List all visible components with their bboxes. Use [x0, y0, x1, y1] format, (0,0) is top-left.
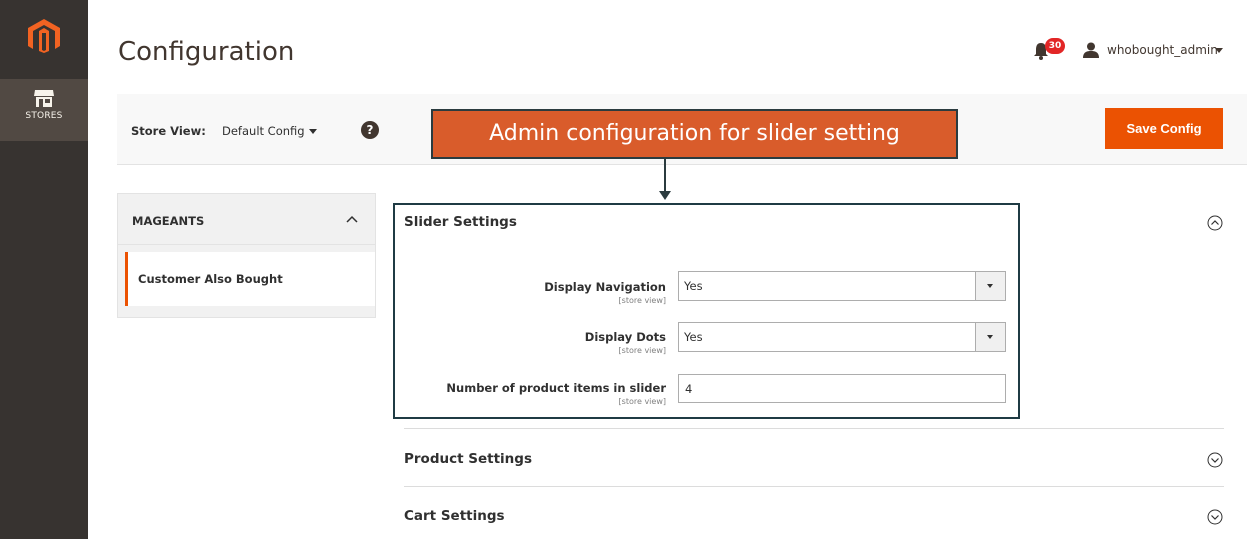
- field-label-display-navigation: Display Navigation: [544, 280, 666, 294]
- section-title-slider-settings[interactable]: Slider Settings: [404, 214, 517, 230]
- field-label-display-dots: Display Dots: [584, 330, 666, 344]
- field-scope: [store view]: [618, 296, 666, 305]
- chevron-down-icon[interactable]: [1215, 48, 1223, 53]
- field-scope: [store view]: [618, 397, 666, 406]
- magento-logo-icon[interactable]: [28, 19, 60, 53]
- nav-item-stores[interactable]: STORES: [0, 79, 88, 141]
- config-tabs-panel: MAGEANTS Customer Also Bought: [117, 193, 376, 318]
- annotation-arrow: [664, 159, 666, 195]
- nav-item-label: STORES: [25, 111, 63, 121]
- expand-icon[interactable]: [1207, 509, 1223, 525]
- config-tab-label: Customer Also Bought: [138, 272, 283, 286]
- section-title-cart-settings[interactable]: Cart Settings: [404, 508, 505, 524]
- config-tab-group-label: MAGEANTS: [132, 214, 205, 228]
- field-label-items-count: Number of product items in slider: [446, 381, 666, 395]
- page-title: Configuration: [118, 37, 295, 67]
- section-title-product-settings[interactable]: Product Settings: [404, 451, 532, 467]
- select-toggle[interactable]: [975, 272, 1005, 300]
- select-toggle[interactable]: [975, 323, 1005, 351]
- arrow-down-icon: [659, 191, 671, 200]
- select-value: Yes: [684, 330, 703, 344]
- user-icon[interactable]: [1083, 42, 1099, 58]
- collapse-icon[interactable]: [1207, 215, 1223, 231]
- config-tab-group-mageants[interactable]: MAGEANTS: [118, 194, 375, 245]
- items-count-input[interactable]: 4: [678, 374, 1006, 403]
- store-view-switcher[interactable]: Default Config: [222, 124, 305, 138]
- field-scope: [store view]: [618, 346, 666, 355]
- select-value: Yes: [684, 279, 703, 293]
- chevron-down-icon[interactable]: [309, 129, 317, 134]
- section-divider: [404, 428, 1224, 429]
- help-icon[interactable]: ?: [361, 121, 379, 139]
- admin-user-menu[interactable]: whobought_admin: [1107, 43, 1218, 57]
- chevron-down-icon: [987, 284, 993, 288]
- display-dots-select[interactable]: Yes: [678, 322, 1006, 352]
- section-divider: [404, 486, 1224, 487]
- chevron-down-icon: [987, 335, 993, 339]
- config-tab-customer-also-bought[interactable]: Customer Also Bought: [125, 252, 375, 306]
- display-navigation-select[interactable]: Yes: [678, 271, 1006, 301]
- input-value: 4: [685, 382, 693, 396]
- save-config-button[interactable]: Save Config: [1105, 108, 1223, 149]
- expand-icon[interactable]: [1207, 452, 1223, 468]
- store-view-label: Store View:: [131, 124, 206, 138]
- annotation-callout: Admin configuration for slider setting: [431, 109, 958, 159]
- admin-menu: STORES: [0, 0, 88, 539]
- notifications-badge[interactable]: 30: [1045, 38, 1065, 54]
- chevron-up-icon: [346, 215, 358, 223]
- store-icon: [34, 90, 54, 107]
